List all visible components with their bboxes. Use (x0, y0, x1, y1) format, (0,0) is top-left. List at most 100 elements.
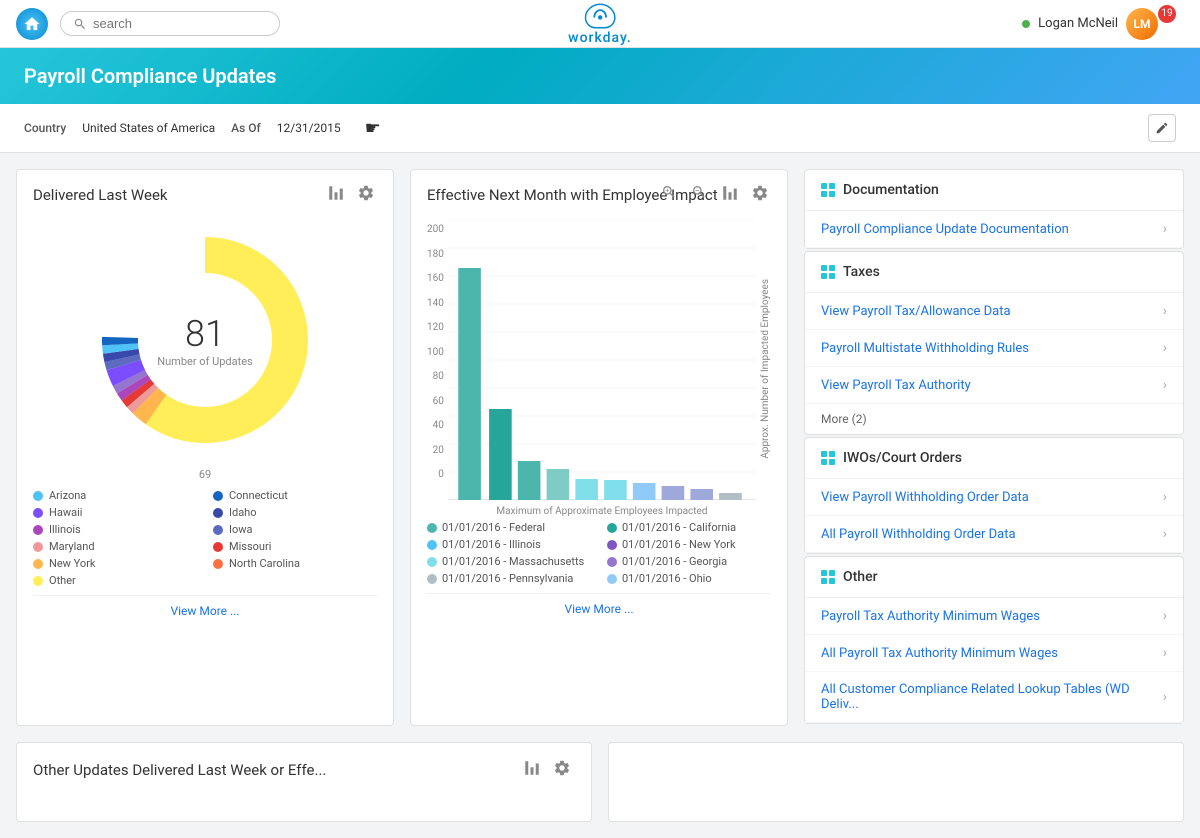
home-button[interactable] (16, 8, 48, 40)
chart-type-icon[interactable] (327, 184, 349, 206)
legend-item-illinois: Illinois (33, 523, 197, 536)
chart-icon[interactable] (721, 184, 743, 206)
legend-item-newyork: New York (33, 557, 197, 570)
view-payroll-tax-allowance-link[interactable]: View Payroll Tax/Allowance Data › (805, 293, 1183, 330)
legend-item-maryland: Maryland (33, 540, 197, 553)
legend-item-arizona: Arizona (33, 489, 197, 502)
documentation-title: Documentation (843, 182, 939, 198)
delivered-view-more[interactable]: View More ... (33, 595, 377, 626)
other-updates-actions (523, 759, 575, 781)
other-title: Other (843, 569, 878, 585)
chevron-right-icon-4: › (1163, 377, 1167, 393)
page-header: Payroll Compliance Updates (0, 48, 1200, 104)
other-updates-settings-icon[interactable] (553, 759, 575, 781)
bottom-row: Other Updates Delivered Last Week or Eff… (0, 742, 1200, 838)
delivered-legend: Arizona Connecticut Hawaii Idaho Illinoi… (33, 489, 377, 587)
legend-item-iowa: Iowa (213, 523, 377, 536)
search-icon (73, 17, 87, 31)
legend-item-northcarolina: North Carolina (213, 557, 377, 570)
user-avatar[interactable]: LM (1126, 8, 1158, 40)
taxes-more[interactable]: More (2) (805, 404, 1183, 434)
placeholder-card (608, 742, 1184, 822)
search-bar[interactable] (60, 11, 280, 36)
legend-item-hawaii: Hawaii (33, 506, 197, 519)
x-axis-label: Maximum of Approximate Employees Impacte… (448, 506, 756, 517)
cursor-icon[interactable]: ☛ (365, 118, 381, 139)
delivered-last-week-card: Delivered Last Week (16, 169, 394, 726)
legend-item-idaho: Idaho (213, 506, 377, 519)
legend-dot-newyork (33, 559, 43, 569)
legend-item-other: Other (33, 574, 197, 587)
legend-item-missouri: Missouri (213, 540, 377, 553)
documentation-grid-icon (821, 183, 835, 197)
bar-chart-area: Maximum of Approximate Employees Impacte… (448, 220, 756, 517)
view-payroll-withholding-order-link[interactable]: View Payroll Withholding Order Data › (805, 479, 1183, 516)
taxes-grid-icon (821, 265, 835, 279)
main-content: Delivered Last Week (0, 153, 1200, 742)
legend-dot-iowa (213, 525, 223, 535)
asof-value: 12/31/2015 (277, 121, 341, 135)
taxes-section: Taxes View Payroll Tax/Allowance Data › … (804, 251, 1184, 435)
page-title: Payroll Compliance Updates (24, 64, 1176, 88)
legend-dot-idaho (213, 508, 223, 518)
iwos-header: IWOs/Court Orders (805, 438, 1183, 479)
legend-dot-maryland (33, 542, 43, 552)
effective-next-month-card: Effective Next Month with Employee Impac… (410, 169, 788, 726)
y-axis: 200 180 160 140 120 100 80 60 40 20 0 (427, 220, 448, 500)
payroll-multistate-withholding-link[interactable]: Payroll Multistate Withholding Rules › (805, 330, 1183, 367)
legend-dot-connecticut (213, 491, 223, 501)
taxes-title: Taxes (843, 264, 880, 280)
asof-label: As Of (231, 121, 261, 135)
bar-legend-massachusetts: 01/01/2016 - Massachusetts (427, 555, 591, 568)
legend-dot-other (33, 576, 43, 586)
bar-chart-svg (448, 220, 756, 500)
search-input[interactable] (93, 16, 253, 31)
filter-bar: Country United States of America As Of 1… (0, 104, 1200, 153)
documentation-header: Documentation (805, 170, 1183, 211)
chevron-right-icon-9: › (1163, 689, 1167, 705)
iwos-title: IWOs/Court Orders (843, 450, 962, 466)
legend-dot-hawaii (33, 508, 43, 518)
chevron-right-icon-2: › (1163, 303, 1167, 319)
delivered-card-actions (327, 184, 379, 206)
donut-bottom-label: 69 (33, 468, 377, 481)
donut-subtitle: Number of Updates (157, 355, 252, 368)
y-axis-label: Approx. Number of Impacted Employees (760, 279, 771, 459)
chevron-right-icon-6: › (1163, 526, 1167, 542)
iwos-grid-icon (821, 451, 835, 465)
effective-settings-icon[interactable] (751, 184, 773, 206)
donut-chart: 81 Number of Updates (33, 220, 377, 460)
payroll-tax-authority-min-wages-link[interactable]: Payroll Tax Authority Minimum Wages › (805, 598, 1183, 635)
top-navigation: workday. Logan McNeil LM 19 (0, 0, 1200, 48)
bar-legend-pennsylvania: 01/01/2016 - Pennsylvania (427, 572, 591, 585)
all-customer-compliance-lookup-link[interactable]: All Customer Compliance Related Lookup T… (805, 672, 1183, 723)
iwos-section: IWOs/Court Orders View Payroll Withholdi… (804, 437, 1184, 554)
legend-dot-illinois (33, 525, 43, 535)
legend-dot-northcarolina (213, 559, 223, 569)
chevron-right-icon-7: › (1163, 608, 1167, 624)
all-payroll-tax-authority-min-wages-link[interactable]: All Payroll Tax Authority Minimum Wages … (805, 635, 1183, 672)
workday-logo-icon (578, 2, 622, 30)
legend-item-connecticut: Connecticut (213, 489, 377, 502)
all-payroll-withholding-order-link[interactable]: All Payroll Withholding Order Data › (805, 516, 1183, 553)
settings-icon[interactable] (357, 184, 379, 206)
taxes-header: Taxes (805, 252, 1183, 293)
bar-legend-ohio: 01/01/2016 - Ohio (607, 572, 771, 585)
other-updates-card: Other Updates Delivered Last Week or Eff… (16, 742, 592, 822)
chevron-right-icon-3: › (1163, 340, 1167, 356)
right-panel: Documentation Payroll Compliance Update … (804, 169, 1184, 726)
other-section: Other Payroll Tax Authority Minimum Wage… (804, 556, 1184, 724)
edit-filter-button[interactable] (1148, 114, 1176, 142)
other-updates-chart-icon[interactable] (523, 759, 545, 781)
payroll-compliance-update-doc-link[interactable]: Payroll Compliance Update Documentation … (805, 211, 1183, 248)
bar-legend-california: 01/01/2016 - California (607, 521, 771, 534)
donut-number: 81 (157, 313, 252, 355)
effective-view-more[interactable]: View More ... (427, 593, 771, 624)
other-updates-header: Other Updates Delivered Last Week or Eff… (33, 759, 575, 781)
notification-badge[interactable]: 19 (1158, 5, 1176, 23)
zoom-out-icon[interactable] (691, 184, 713, 206)
documentation-section: Documentation Payroll Compliance Update … (804, 169, 1184, 249)
legend-dot-arizona (33, 491, 43, 501)
view-payroll-tax-authority-link[interactable]: View Payroll Tax Authority › (805, 367, 1183, 404)
zoom-in-icon[interactable] (661, 184, 683, 206)
